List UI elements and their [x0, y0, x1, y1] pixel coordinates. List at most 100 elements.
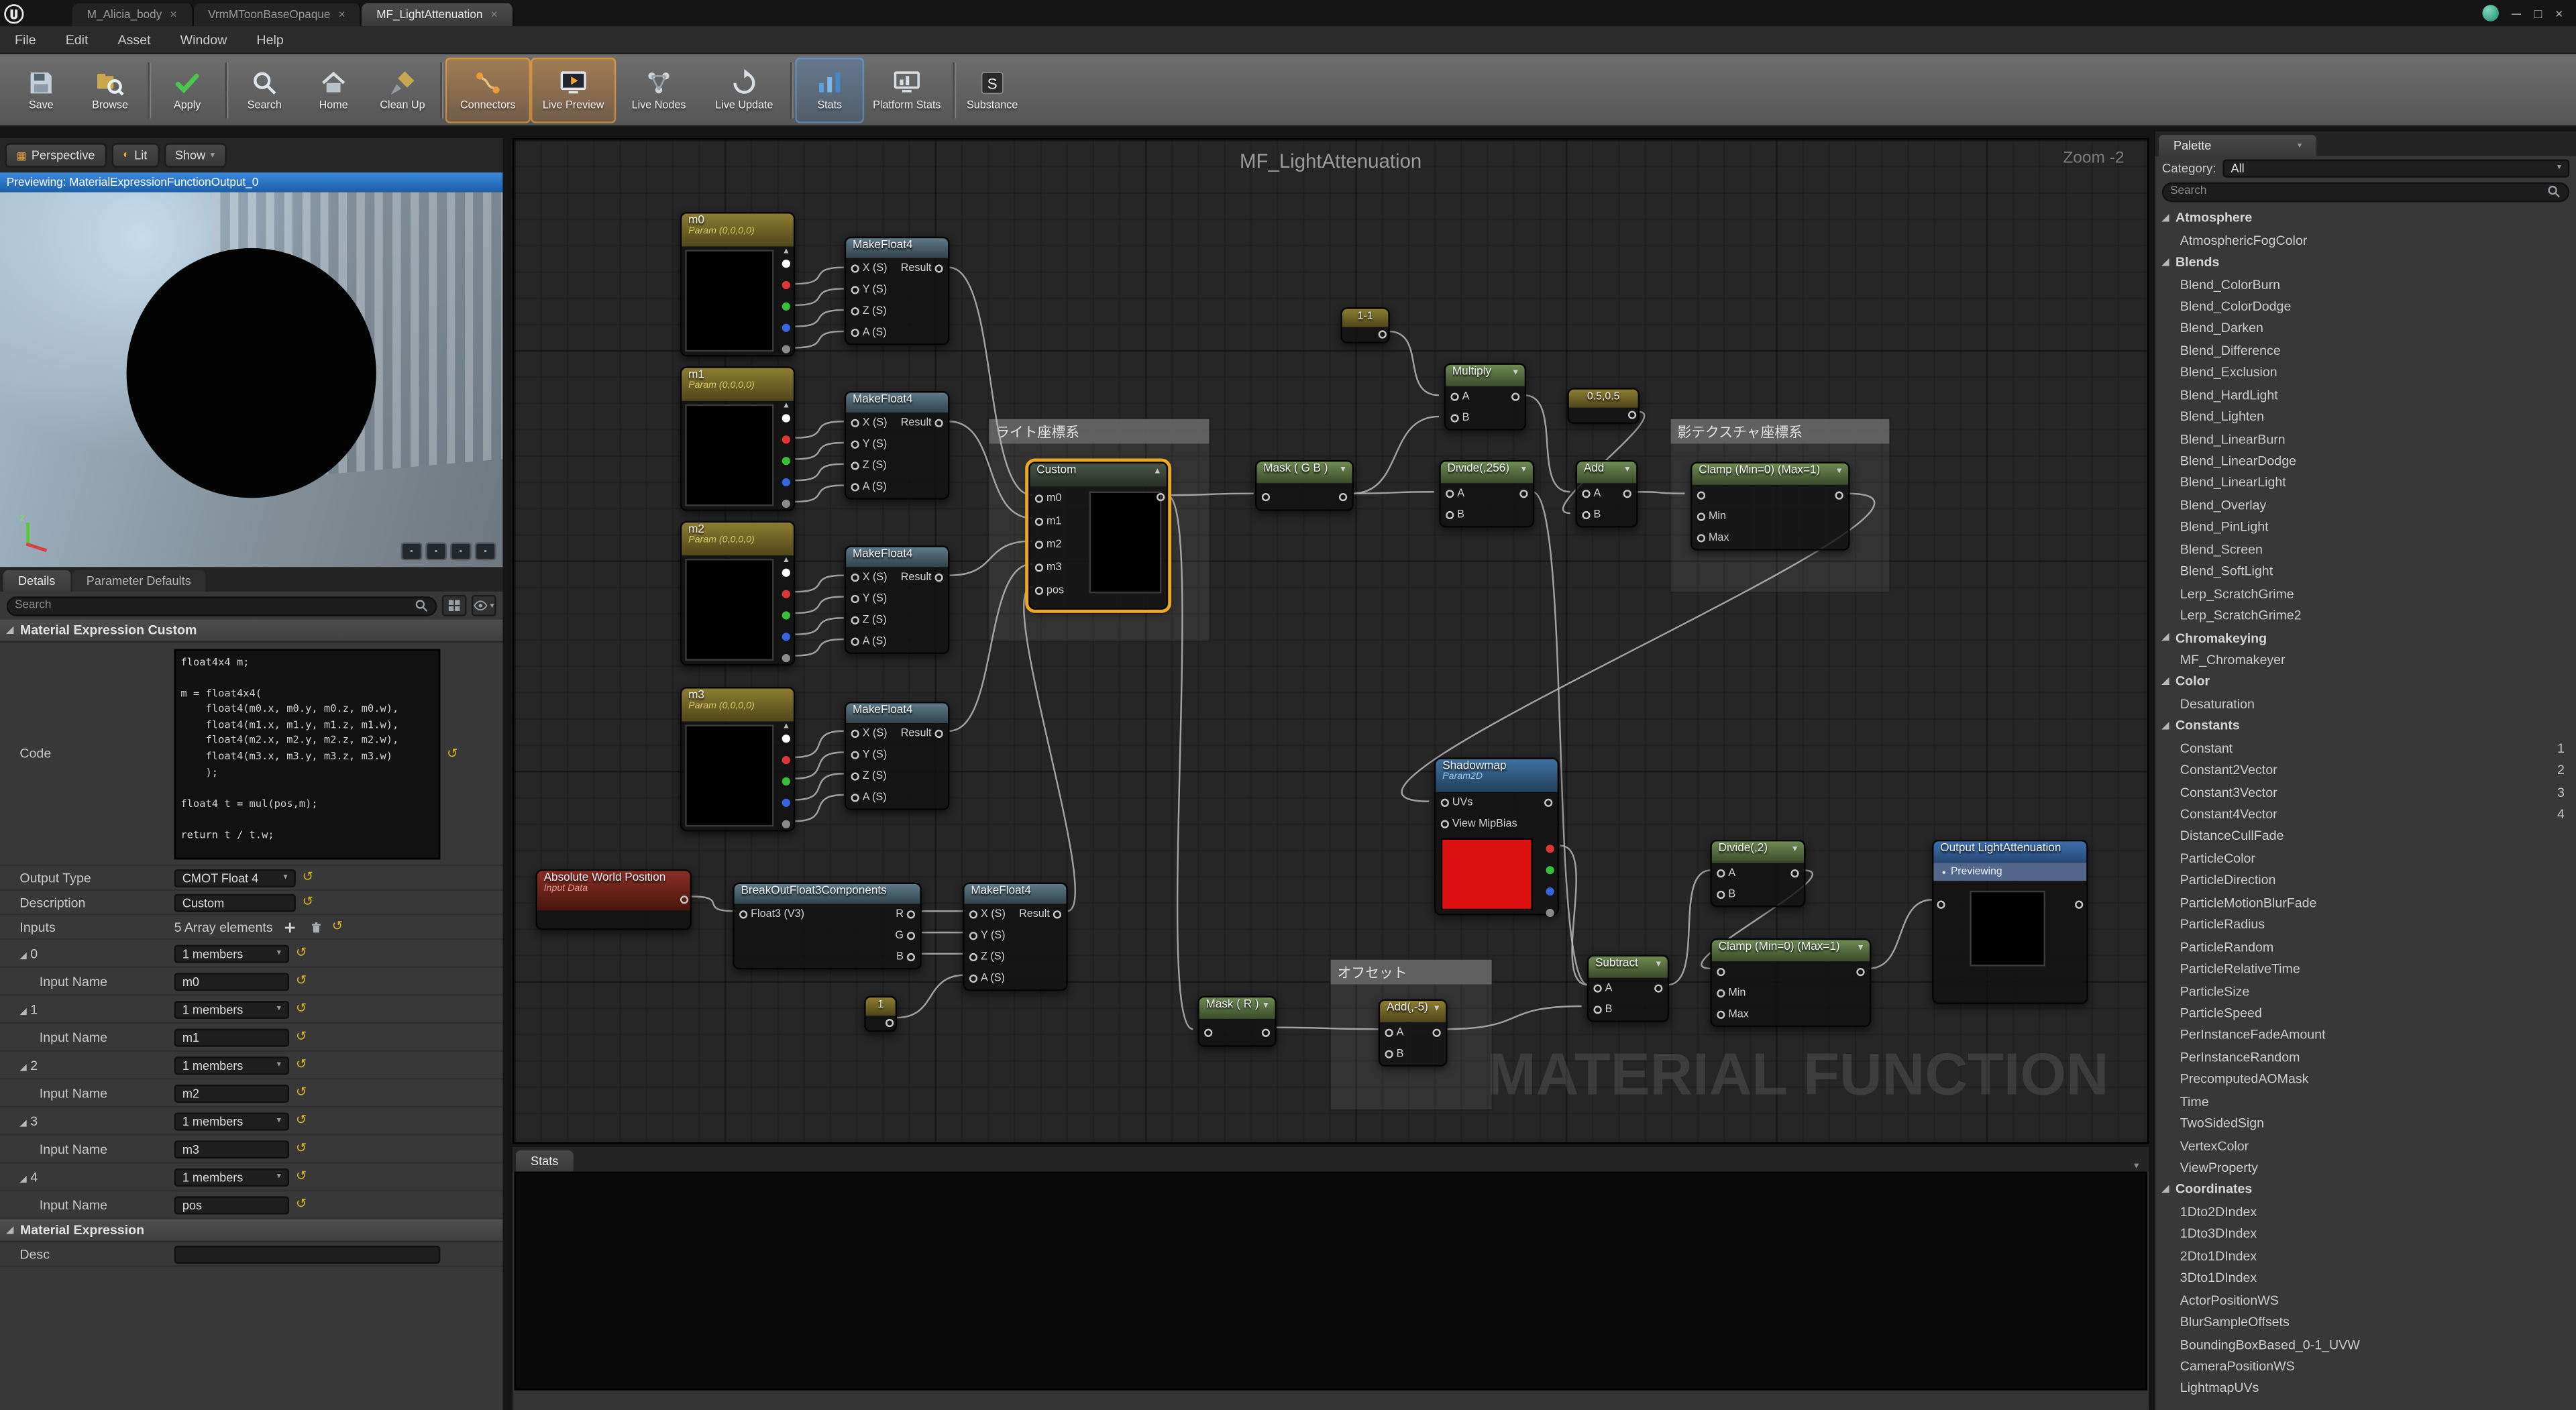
output-pin[interactable]: [1546, 845, 1554, 853]
toolbar-live-preview-button[interactable]: Live Preview: [531, 57, 616, 123]
palette-item-chromakeying[interactable]: ◢Chromakeying: [2155, 627, 2576, 649]
input-pin[interactable]: [851, 483, 859, 491]
tab-details[interactable]: Details: [3, 570, 70, 592]
palette-item-blend-softlight[interactable]: Blend_SoftLight: [2155, 560, 2576, 582]
palette-item-particlespeed[interactable]: ParticleSpeed: [2155, 1002, 2576, 1024]
node-clamp-1[interactable]: Clamp (Min=0) (Max=1)▼MinMax: [1690, 462, 1850, 550]
input-pin[interactable]: [969, 910, 977, 918]
toolbar-live-update-button[interactable]: Live Update: [702, 57, 787, 123]
output-pin[interactable]: [1546, 887, 1554, 896]
section-material-expression-custom[interactable]: ◢ Material Expression Custom: [0, 620, 502, 643]
reset-to-default-icon[interactable]: ↺: [296, 1086, 307, 1099]
toolbar-substance-button[interactable]: SSubstance: [958, 57, 1027, 123]
input-pin[interactable]: [1385, 1050, 1393, 1058]
chevron-down-icon[interactable]: ▾: [2127, 1160, 2145, 1172]
palette-item-distancecullfade[interactable]: DistanceCullFade: [2155, 825, 2576, 847]
input-pin[interactable]: [851, 462, 859, 470]
preview-viewport[interactable]: z ▪ ▪ ▪ ▪: [0, 193, 502, 567]
members-dropdown[interactable]: 1 members▾: [174, 1000, 289, 1018]
collapse-icon[interactable]: ▲: [1153, 467, 1161, 477]
node-divide-2[interactable]: Divide(,2)▼AB: [1710, 840, 1805, 907]
collapse-icon[interactable]: ▲: [782, 401, 790, 411]
input-pin[interactable]: [969, 975, 977, 983]
viewport-option-button[interactable]: ▪: [425, 542, 447, 560]
palette-item-vertexcolor[interactable]: VertexColor: [2155, 1134, 2576, 1156]
output-pin[interactable]: [934, 264, 943, 272]
node-multiply[interactable]: Multiply▼AB: [1444, 363, 1526, 430]
input-pin[interactable]: [851, 419, 859, 427]
palette-item-blend-linearburn[interactable]: Blend_LinearBurn: [2155, 428, 2576, 450]
palette-item-blend-difference[interactable]: Blend_Difference: [2155, 339, 2576, 362]
input-pin[interactable]: [851, 638, 859, 646]
output-pin[interactable]: [1628, 411, 1636, 419]
reset-to-default-icon[interactable]: ↺: [303, 871, 313, 884]
category-dropdown[interactable]: All ▾: [2222, 158, 2569, 176]
node-subtract[interactable]: Subtract▼AB: [1587, 955, 1669, 1022]
view-options-button[interactable]: ▾: [472, 595, 496, 616]
palette-item-lightmapuvs[interactable]: LightmapUVs: [2155, 1377, 2576, 1399]
input-name-field[interactable]: [174, 972, 289, 990]
toolbar-apply-button[interactable]: Apply: [153, 57, 222, 123]
node-add-minus5[interactable]: Add(,-5)▼AB: [1379, 999, 1448, 1067]
palette-item-actorpositionws[interactable]: ActorPositionWS: [2155, 1289, 2576, 1311]
input-name-field[interactable]: [174, 1028, 289, 1046]
palette-item-constants[interactable]: ◢Constants: [2155, 715, 2576, 737]
members-dropdown[interactable]: 1 members▾: [174, 1056, 289, 1074]
output-pin[interactable]: [782, 260, 790, 268]
output-pin[interactable]: [1546, 909, 1554, 917]
output-pin[interactable]: [782, 611, 790, 619]
output-pin[interactable]: [907, 932, 915, 940]
input-pin[interactable]: [1717, 1011, 1725, 1019]
output-pin[interactable]: [782, 735, 790, 743]
output-pin[interactable]: [1339, 492, 1347, 500]
menu-edit[interactable]: Edit: [66, 32, 89, 47]
reset-to-default-icon[interactable]: ↺: [296, 1030, 307, 1044]
launcher-icon[interactable]: [2482, 5, 2498, 21]
close-tab-icon[interactable]: ×: [339, 9, 345, 20]
output-pin[interactable]: [782, 414, 790, 422]
input-pin[interactable]: [851, 286, 859, 294]
palette-item-blend-screen[interactable]: Blend_Screen: [2155, 538, 2576, 560]
menu-asset[interactable]: Asset: [118, 32, 151, 47]
input-pin[interactable]: [969, 932, 977, 940]
input-pin[interactable]: [1035, 540, 1043, 548]
output-pin[interactable]: [1544, 799, 1552, 807]
palette-item-particlerandom[interactable]: ParticleRandom: [2155, 936, 2576, 958]
output-pin[interactable]: [782, 457, 790, 465]
output-pin[interactable]: [782, 654, 790, 662]
collapse-icon[interactable]: ▼: [1262, 1001, 1270, 1011]
output-pin[interactable]: [782, 777, 790, 785]
expander-icon[interactable]: ◢: [2162, 1185, 2169, 1195]
input-pin[interactable]: [851, 616, 859, 625]
output-pin[interactable]: [1519, 490, 1527, 498]
palette-item-desaturation[interactable]: Desaturation: [2155, 693, 2576, 715]
close-tab-icon[interactable]: ×: [491, 9, 498, 20]
input-pin[interactable]: [1717, 869, 1725, 877]
input-pin[interactable]: [1594, 984, 1602, 992]
palette-item-blend-colorburn[interactable]: Blend_ColorBurn: [2155, 273, 2576, 295]
palette-item-mf-chromakeyer[interactable]: MF_Chromakeyer: [2155, 649, 2576, 671]
output-pin[interactable]: [782, 345, 790, 353]
input-pin[interactable]: [1262, 492, 1270, 500]
palette-item-2dto1dindex[interactable]: 2Dto1DIndex: [2155, 1245, 2576, 1267]
input-pin[interactable]: [851, 751, 859, 759]
viewport-option-button[interactable]: ▪: [475, 542, 496, 560]
menu-window[interactable]: Window: [180, 32, 227, 47]
palette-item-blend-linearlight[interactable]: Blend_LinearLight: [2155, 472, 2576, 494]
input-pin[interactable]: [1717, 989, 1725, 997]
input-pin[interactable]: [1441, 799, 1449, 807]
palette-item-camerapositionws[interactable]: CameraPositionWS: [2155, 1356, 2576, 1378]
maximize-button[interactable]: □: [2534, 6, 2542, 21]
viewport-option-button[interactable]: ▪: [401, 542, 423, 560]
output-pin[interactable]: [782, 820, 790, 828]
expander-icon[interactable]: ◢: [2162, 213, 2169, 223]
reset-to-default-icon[interactable]: ↺: [296, 946, 307, 960]
input-pin[interactable]: [1717, 968, 1725, 976]
output-pin[interactable]: [934, 730, 943, 738]
reset-to-default-icon[interactable]: ↺: [332, 920, 343, 934]
collapse-icon[interactable]: ▼: [1511, 368, 1519, 378]
add-element-button[interactable]: [279, 917, 299, 936]
graph-editor[interactable]: ライト座標系影テクスチャ座標系オフセット m0Param (0,0,0,0)▲m…: [513, 138, 2149, 1144]
palette-item-time[interactable]: Time: [2155, 1090, 2576, 1112]
expander-icon[interactable]: ◢: [2162, 258, 2169, 268]
